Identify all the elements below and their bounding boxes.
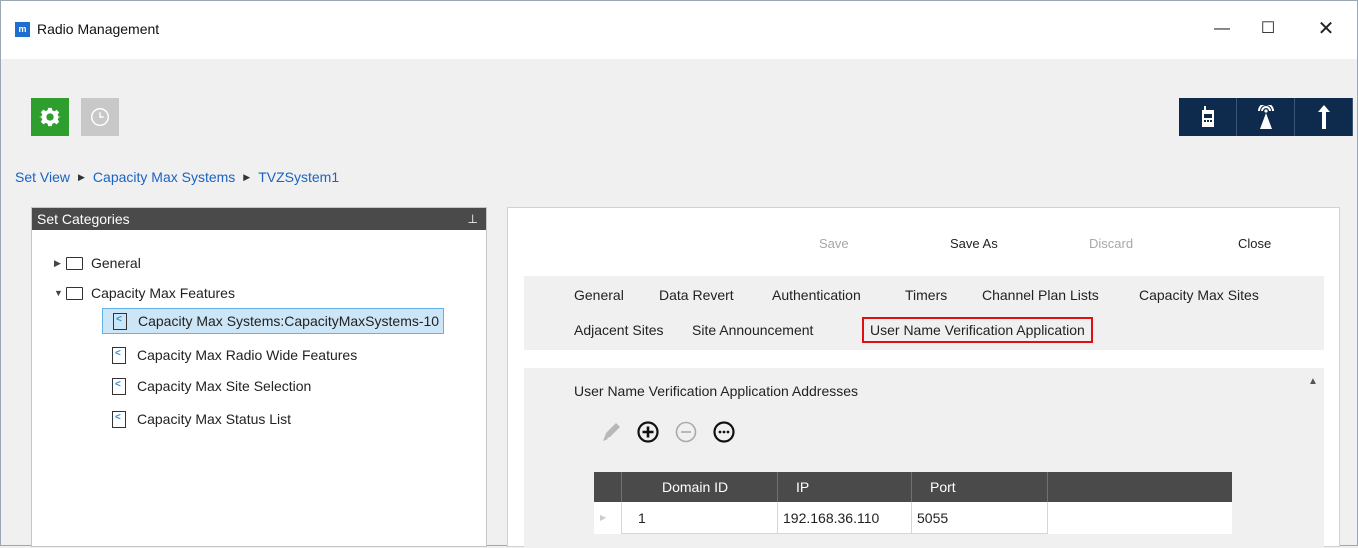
device-toolbar bbox=[1179, 98, 1354, 136]
set-categories-panel: Set Categories ⊥ ▶ General ▼ Capacity Ma… bbox=[31, 207, 487, 547]
column-ip[interactable]: IP bbox=[778, 472, 912, 502]
cell-ip[interactable]: 192.168.36.110 bbox=[778, 502, 912, 534]
grid-header-filler bbox=[1048, 472, 1232, 502]
tree-item-label: Capacity Max Site Selection bbox=[137, 378, 312, 394]
antenna-icon bbox=[1317, 105, 1330, 129]
tab-timers[interactable]: Timers bbox=[905, 287, 947, 303]
unva-content: User Name Verification Application Addre… bbox=[524, 368, 1304, 548]
tab-data-revert[interactable]: Data Revert bbox=[659, 287, 734, 303]
section-title: User Name Verification Application Addre… bbox=[574, 383, 859, 399]
document-icon bbox=[113, 312, 127, 330]
row-header-cell bbox=[594, 472, 622, 502]
scroll-up-icon[interactable]: ▲ bbox=[1308, 376, 1318, 387]
tower-button[interactable] bbox=[1237, 98, 1295, 136]
maximize-button[interactable]: ☐ bbox=[1245, 9, 1291, 49]
grid-header: Domain ID IP Port bbox=[594, 472, 1232, 502]
tree-item-status-list[interactable]: Capacity Max Status List bbox=[112, 406, 291, 432]
tree-item-label: Capacity Max Radio Wide Features bbox=[137, 347, 358, 363]
document-icon bbox=[112, 410, 126, 428]
close-button[interactable]: Close bbox=[1238, 236, 1271, 251]
breadcrumb-tvzsystem1[interactable]: TVZSystem1 bbox=[258, 169, 339, 185]
gear-icon bbox=[39, 107, 61, 127]
collapse-arrow-icon[interactable]: ▼ bbox=[54, 288, 66, 298]
edit-icon[interactable] bbox=[600, 421, 622, 443]
clock-icon bbox=[91, 108, 109, 126]
table-row[interactable]: ▶ 1 192.168.36.110 5055 bbox=[594, 502, 1232, 534]
cell-port[interactable]: 5055 bbox=[912, 502, 1048, 534]
unva-addresses-grid: Domain ID IP Port ▶ 1 192.168.36.110 505… bbox=[594, 472, 1232, 548]
pin-icon[interactable]: ⊥ bbox=[468, 208, 478, 230]
folder-icon bbox=[66, 256, 83, 270]
more-icon[interactable] bbox=[712, 420, 736, 444]
set-categories-title: Set Categories bbox=[37, 211, 130, 227]
vertical-scrollbar[interactable]: ▲ bbox=[1304, 368, 1324, 548]
action-bar: Save Save As Discard Close bbox=[524, 208, 1324, 268]
tree-item-label: Capacity Max Systems:CapacityMaxSystems-… bbox=[138, 313, 440, 329]
antenna-button[interactable] bbox=[1295, 98, 1353, 136]
radio-device-button[interactable] bbox=[1179, 98, 1237, 136]
tree-item-general[interactable]: ▶ General bbox=[54, 250, 141, 276]
breadcrumb-separator-icon: ▶ bbox=[243, 171, 251, 182]
save-button[interactable]: Save bbox=[819, 236, 849, 251]
title-bar: m Radio Management — ☐ ✕ bbox=[1, 1, 1357, 59]
radio-management-window: m Radio Management — ☐ ✕ Set View ▶ Capa… bbox=[0, 0, 1358, 548]
close-window-button[interactable]: ✕ bbox=[1303, 9, 1349, 49]
breadcrumb-separator-icon: ▶ bbox=[78, 171, 85, 182]
breadcrumb: Set View ▶ Capacity Max Systems ▶ TVZSys… bbox=[15, 169, 339, 185]
breadcrumb-set-view[interactable]: Set View bbox=[15, 169, 70, 185]
tree-item-capacity-max-features[interactable]: ▼ Capacity Max Features bbox=[54, 280, 235, 306]
expand-arrow-icon[interactable]: ▶ bbox=[54, 258, 66, 269]
document-icon bbox=[112, 346, 126, 364]
tab-site-announcement[interactable]: Site Announcement bbox=[692, 322, 813, 338]
set-categories-header: Set Categories ⊥ bbox=[32, 208, 486, 230]
tree-item-label: General bbox=[91, 255, 141, 271]
radio-management-icon: m bbox=[15, 22, 30, 37]
tree-item-radio-wide-features[interactable]: Capacity Max Radio Wide Features bbox=[112, 342, 357, 368]
remove-icon[interactable] bbox=[674, 420, 698, 444]
tree-item-label: Capacity Max Status List bbox=[137, 411, 292, 427]
grid-row-filler bbox=[1048, 502, 1232, 534]
cell-domain-id[interactable]: 1 bbox=[622, 502, 778, 534]
grid-toolbar bbox=[600, 420, 736, 444]
window-title: Radio Management bbox=[37, 21, 160, 37]
minimize-button[interactable]: — bbox=[1199, 9, 1245, 49]
tree-item-site-selection[interactable]: Capacity Max Site Selection bbox=[112, 373, 311, 399]
tree-item-capacity-max-systems[interactable]: Capacity Max Systems:CapacityMaxSystems-… bbox=[102, 308, 445, 334]
tab-authentication[interactable]: Authentication bbox=[772, 287, 861, 303]
history-button[interactable] bbox=[81, 98, 119, 136]
column-port[interactable]: Port bbox=[912, 472, 1048, 502]
radio-device-icon bbox=[1201, 106, 1214, 127]
row-selector-icon[interactable]: ▶ bbox=[594, 502, 622, 534]
tree-item-label: Capacity Max Features bbox=[91, 285, 235, 301]
breadcrumb-capacity-max-systems[interactable]: Capacity Max Systems bbox=[93, 169, 235, 185]
tab-general[interactable]: General bbox=[574, 287, 624, 303]
settings-tabs: General Data Revert Authentication Timer… bbox=[524, 276, 1324, 350]
system-settings-panel: Save Save As Discard Close General Data … bbox=[507, 207, 1340, 548]
tab-channel-plan-lists[interactable]: Channel Plan Lists bbox=[982, 287, 1099, 303]
column-domain-id[interactable]: Domain ID bbox=[622, 472, 778, 502]
save-as-button[interactable]: Save As bbox=[950, 236, 998, 251]
discard-button[interactable]: Discard bbox=[1089, 236, 1133, 251]
document-icon bbox=[112, 377, 126, 395]
tower-icon bbox=[1257, 105, 1274, 129]
add-icon[interactable] bbox=[636, 420, 660, 444]
tab-user-name-verification-application[interactable]: User Name Verification Application bbox=[862, 317, 1093, 343]
tab-capacity-max-sites[interactable]: Capacity Max Sites bbox=[1139, 287, 1259, 303]
tab-adjacent-sites[interactable]: Adjacent Sites bbox=[574, 322, 664, 338]
settings-button[interactable] bbox=[31, 98, 69, 136]
open-folder-icon bbox=[66, 286, 83, 300]
